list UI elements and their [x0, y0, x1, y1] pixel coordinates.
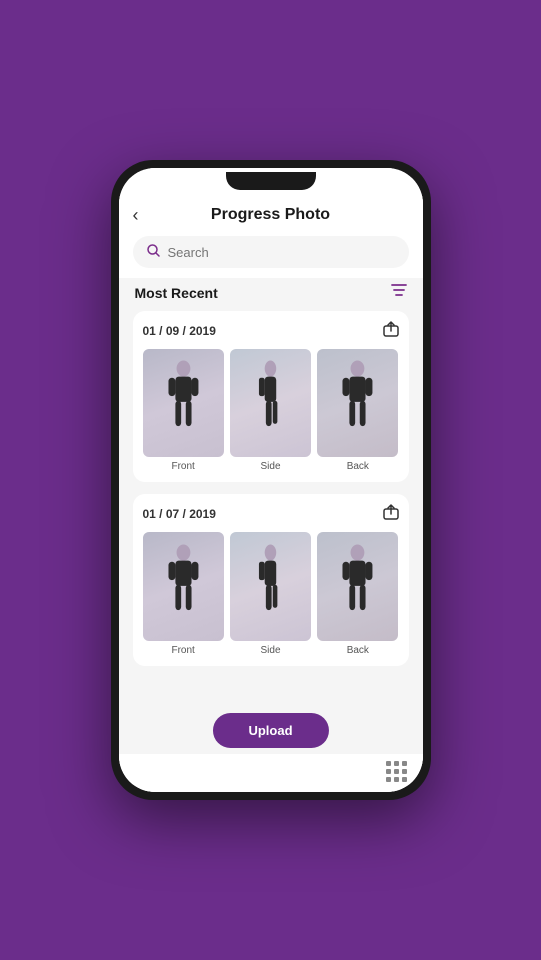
- photos-row-1: Front: [143, 349, 399, 472]
- photo-front-1[interactable]: [143, 349, 224, 457]
- card-date-2: 01 / 07 / 2019: [143, 507, 216, 521]
- search-box: [133, 236, 409, 268]
- phone-frame: ‹ Progress Photo: [111, 160, 431, 800]
- photo-side-1[interactable]: [230, 349, 311, 457]
- card-date-1: 01 / 09 / 2019: [143, 324, 216, 338]
- share-icon-2[interactable]: [383, 504, 399, 524]
- grid-dot: [402, 769, 407, 774]
- notch: [226, 172, 316, 190]
- photo-label-back-2: Back: [347, 645, 369, 656]
- section-title: Most Recent: [135, 285, 218, 301]
- grid-dot: [402, 777, 407, 782]
- photo-item: Side: [230, 349, 311, 472]
- filter-icon[interactable]: [391, 282, 407, 303]
- photo-item: Back: [317, 349, 398, 472]
- photo-item: Front: [143, 532, 224, 655]
- section-header: Most Recent: [133, 282, 409, 303]
- photo-label-side-1: Side: [260, 461, 280, 472]
- grid-dot: [394, 761, 399, 766]
- grid-dot: [386, 761, 391, 766]
- search-input[interactable]: [168, 245, 395, 260]
- card-header-2: 01 / 07 / 2019: [143, 504, 399, 524]
- grid-dot: [394, 769, 399, 774]
- grid-dot: [394, 777, 399, 782]
- notch-area: [119, 168, 423, 196]
- photos-row-2: Front: [143, 532, 399, 655]
- grid-menu-icon[interactable]: [386, 761, 407, 782]
- grid-dot: [386, 777, 391, 782]
- upload-button[interactable]: Upload: [212, 713, 328, 748]
- screen-content: ‹ Progress Photo: [119, 196, 423, 792]
- page-title: Progress Photo: [211, 206, 330, 224]
- photo-item: Side: [230, 532, 311, 655]
- photo-label-back-1: Back: [347, 461, 369, 472]
- grid-dot: [402, 761, 407, 766]
- card-header-1: 01 / 09 / 2019: [143, 321, 399, 341]
- back-button[interactable]: ‹: [133, 206, 139, 224]
- photo-label-side-2: Side: [260, 645, 280, 656]
- share-icon-1[interactable]: [383, 321, 399, 341]
- photo-back-2[interactable]: [317, 532, 398, 640]
- upload-btn-container: Upload: [212, 713, 328, 748]
- photo-side-2[interactable]: [230, 532, 311, 640]
- search-icon: [147, 244, 160, 260]
- photo-card-1: 01 / 09 / 2019: [133, 311, 409, 482]
- photo-item: Back: [317, 532, 398, 655]
- content-area: Most Recent 01 / 09 / 2019: [119, 278, 423, 754]
- photo-label-front-1: Front: [171, 461, 194, 472]
- header: ‹ Progress Photo: [119, 196, 423, 232]
- bottom-nav: [119, 754, 423, 792]
- phone-screen: ‹ Progress Photo: [119, 168, 423, 792]
- grid-dot: [386, 769, 391, 774]
- photo-front-2[interactable]: [143, 532, 224, 640]
- search-container: [119, 232, 423, 278]
- photo-label-front-2: Front: [171, 645, 194, 656]
- photo-back-1[interactable]: [317, 349, 398, 457]
- photo-item: Front: [143, 349, 224, 472]
- photo-card-2: 01 / 07 / 2019: [133, 494, 409, 665]
